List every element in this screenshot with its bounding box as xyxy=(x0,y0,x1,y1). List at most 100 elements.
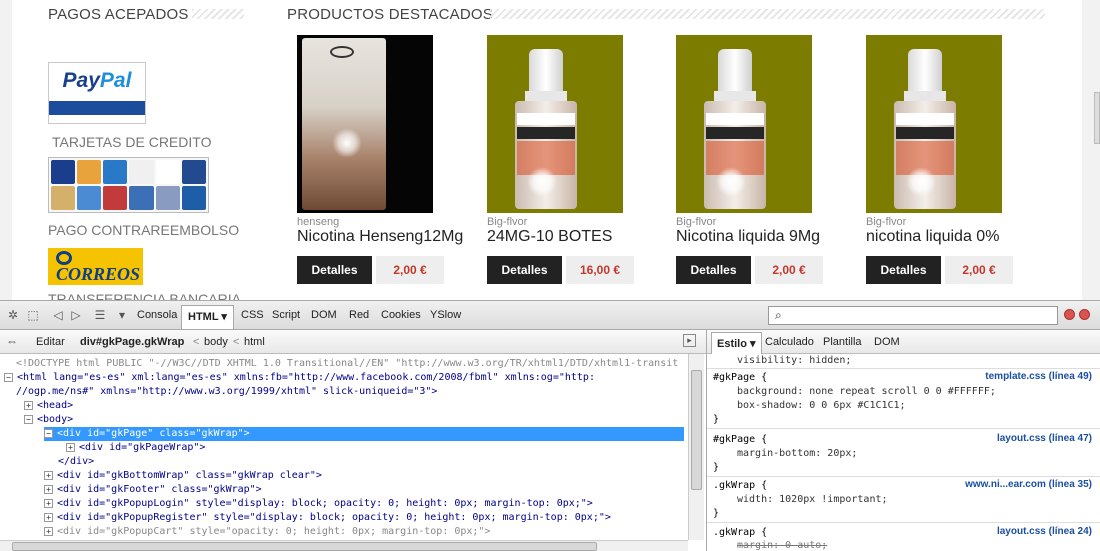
chevron-down-icon[interactable]: ▾ xyxy=(114,307,130,323)
collapse-toggle-icon[interactable]: − xyxy=(24,414,33,424)
close-icon[interactable] xyxy=(1079,309,1090,320)
css-property[interactable]: box-shadow: 0 0 6px #C1C1C1; xyxy=(737,399,906,413)
tab-consola[interactable]: Consola xyxy=(137,309,177,321)
gkpage-node-selected[interactable]: − <div id="gkPage" class="gkWrap"> xyxy=(44,427,684,441)
tab-html-label: HTML xyxy=(188,311,219,323)
css-property[interactable]: width: 1020px !important; xyxy=(737,493,888,507)
page-scrollbar-thumb[interactable] xyxy=(1094,92,1100,144)
popupregister-node[interactable]: + <div id="gkPopupRegister" style="displa… xyxy=(44,511,611,525)
card-brand-icon xyxy=(51,160,76,184)
expand-toggle-icon[interactable]: + xyxy=(24,400,33,410)
css-property[interactable]: background: none repeat scroll 0 0 #FFFF… xyxy=(737,385,996,399)
expand-toggle-icon[interactable]: + xyxy=(44,498,53,508)
div-close-tag: </div> xyxy=(58,456,95,467)
firebug-search-input[interactable]: ⌕ xyxy=(768,306,1058,325)
scrollbar-thumb[interactable] xyxy=(12,542,597,551)
breadcrumb-body[interactable]: body xyxy=(204,336,228,348)
css-rule-close: } xyxy=(713,462,720,473)
style-rules-pane: visibility: hidden; #gkPage { template.c… xyxy=(706,354,1100,551)
gkfooter-node[interactable]: + <div id="gkFooter" class="gkWrap"> xyxy=(44,483,262,497)
bottle-image xyxy=(515,49,577,209)
expand-toggle-icon[interactable]: + xyxy=(66,442,75,452)
css-source-link[interactable]: template.css (línea 49) xyxy=(985,371,1092,382)
product-image[interactable] xyxy=(676,35,812,213)
product-price: 2,00 € xyxy=(945,256,1013,284)
bottle-image xyxy=(704,49,766,209)
product-name[interactable]: Nicotina Henseng12Mg xyxy=(297,228,463,246)
correos-logo[interactable]: CORREOS xyxy=(48,248,143,285)
expand-toggle-icon[interactable]: + xyxy=(44,470,53,480)
breadcrumb-current[interactable]: div#gkPage.gkWrap xyxy=(80,336,184,348)
css-property[interactable]: margin-bottom: 20px; xyxy=(737,447,857,461)
expand-toggle-icon[interactable]: + xyxy=(44,512,53,522)
side-tab-dom[interactable]: DOM xyxy=(874,336,900,348)
breadcrumb-separator: < xyxy=(233,336,240,348)
product-name[interactable]: 24MG-10 BOTES xyxy=(487,228,612,246)
product-image[interactable] xyxy=(297,35,433,213)
css-source-link[interactable]: layout.css (línea 24) xyxy=(997,526,1092,537)
css-source-link[interactable]: layout.css (línea 47) xyxy=(997,433,1092,444)
details-button[interactable]: Detalles xyxy=(866,256,941,284)
card-brand-icon xyxy=(155,160,180,184)
expand-toggle-icon[interactable]: + xyxy=(44,526,53,536)
breadcrumb-html[interactable]: html xyxy=(244,336,265,348)
html-node[interactable]: − <html lang="es-es" xml:lang="es-es" xml… xyxy=(4,371,595,385)
paypal-logo-pal: Pal xyxy=(99,69,132,92)
details-button[interactable]: Detalles xyxy=(487,256,562,284)
paypal-logo-bar xyxy=(49,101,145,115)
tab-script[interactable]: Script xyxy=(272,309,300,321)
minimize-icon[interactable] xyxy=(1064,309,1075,320)
tab-dom[interactable]: DOM xyxy=(311,309,337,321)
tab-html[interactable]: HTML ▾ xyxy=(181,305,234,329)
tab-css[interactable]: CSS xyxy=(241,309,264,321)
css-rule-close: } xyxy=(713,508,720,519)
back-arrow-icon[interactable]: ◁ xyxy=(50,307,66,323)
collapse-toggle-icon[interactable]: − xyxy=(4,372,13,382)
product-price: 2,00 € xyxy=(755,256,823,284)
bottle-image xyxy=(894,49,956,209)
product-brand: Big-flvor xyxy=(487,216,528,228)
bottle-label-band xyxy=(517,127,575,139)
gkbottomwrap-node[interactable]: + <div id="gkBottomWrap" class="gkWrap cl… xyxy=(44,469,322,483)
product-name[interactable]: Nicotina liquida 9Mg xyxy=(676,228,820,246)
side-tab-plantilla[interactable]: Plantilla xyxy=(823,336,862,348)
product-name[interactable]: nicotina liquida 0% xyxy=(866,228,999,246)
body-node[interactable]: − <body> xyxy=(24,413,73,427)
head-node-text: <head> xyxy=(37,400,74,411)
bottle-label-band xyxy=(896,127,954,139)
card-brand-icon xyxy=(129,186,154,210)
side-tab-calculado[interactable]: Calculado xyxy=(765,336,814,348)
css-property-overridden[interactable]: margin: 0 auto; xyxy=(737,539,827,551)
edit-button[interactable]: Editar xyxy=(36,336,65,348)
expand-panel-icon[interactable]: ▸ xyxy=(683,334,696,347)
details-button[interactable]: Detalles xyxy=(676,256,751,284)
html-vertical-scrollbar[interactable] xyxy=(688,354,704,540)
product-image[interactable] xyxy=(487,35,623,213)
popupcart-node[interactable]: + <div id="gkPopupCart" style="opacity: 0… xyxy=(44,525,490,539)
popuplogin-node[interactable]: + <div id="gkPopupLogin" style="display: … xyxy=(44,497,593,511)
html-horizontal-scrollbar[interactable] xyxy=(0,540,688,551)
side-tab-estilo[interactable]: Estilo ▾ xyxy=(711,332,762,354)
doctype-line: <!DOCTYPE html PUBLIC "-//W3C//DTD XHTML… xyxy=(16,358,679,369)
forward-arrow-icon[interactable]: ▷ xyxy=(68,307,84,323)
bottle-label xyxy=(706,113,764,125)
css-property[interactable]: visibility: hidden; xyxy=(737,354,851,368)
css-source-link[interactable]: www.ni...ear.com (línea 35) xyxy=(965,479,1092,490)
head-node[interactable]: + <head> xyxy=(24,399,73,413)
product-image[interactable] xyxy=(866,35,1002,213)
details-button[interactable]: Detalles xyxy=(297,256,372,284)
gkpagewrap-node[interactable]: + <div id="gkPageWrap"> xyxy=(66,441,205,455)
credit-cards-logo[interactable] xyxy=(48,157,209,213)
html-subtoolbar: ⇔ Editar div#gkPage.gkWrap < body < html… xyxy=(0,330,706,354)
split-view-icon[interactable]: ⇔ xyxy=(4,333,20,349)
list-icon[interactable]: ☰ xyxy=(92,307,108,323)
scrollbar-thumb[interactable] xyxy=(691,370,702,490)
tab-cookies[interactable]: Cookies xyxy=(381,309,421,321)
paypal-logo[interactable]: PayPal xyxy=(48,62,146,124)
tab-red[interactable]: Red xyxy=(349,309,369,321)
firebug-bug-icon[interactable]: ✲ xyxy=(5,307,21,323)
expand-toggle-icon[interactable]: + xyxy=(44,484,53,494)
tab-yslow[interactable]: YSlow xyxy=(430,309,461,321)
inspect-icon[interactable]: ⬚ xyxy=(25,307,41,323)
collapse-toggle-icon[interactable]: − xyxy=(44,428,53,438)
